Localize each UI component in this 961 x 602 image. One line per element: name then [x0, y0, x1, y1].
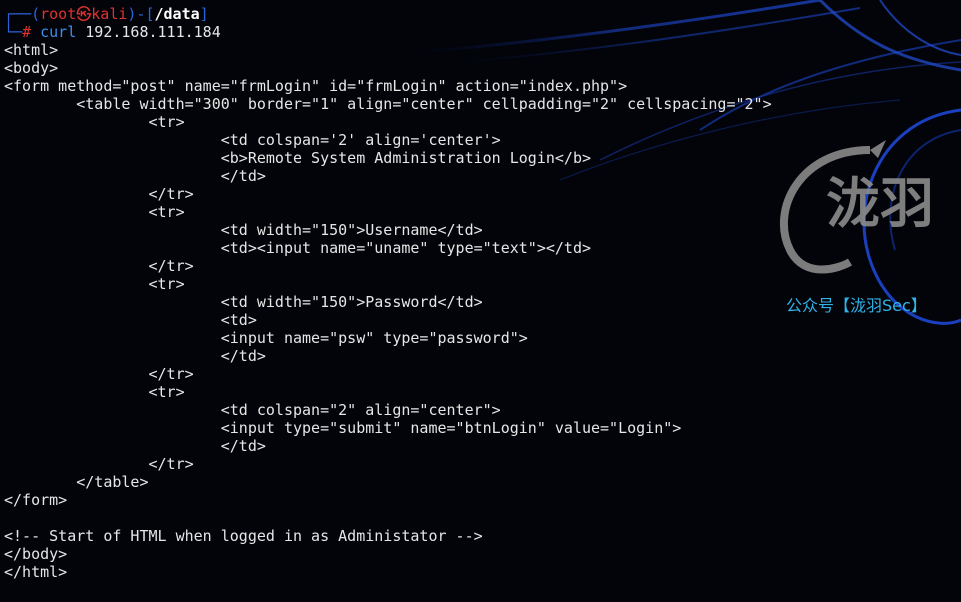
output-line: <td> [4, 311, 257, 329]
output-line: <form method="post" name="frmLogin" id="… [4, 77, 628, 95]
prompt-hash: # [22, 23, 32, 41]
output-line: </body> [4, 545, 68, 563]
watermark-caption: 公众号【泷羽Sec】 [786, 296, 927, 315]
output-line: </td> [4, 347, 266, 365]
output-line: <td colspan="2" align="center"> [4, 401, 501, 419]
prompt-user: root [40, 5, 77, 23]
output-line: <input type="submit" name="btnLogin" val… [4, 419, 682, 437]
output-line: <td width="150">Password</td> [4, 293, 483, 311]
output-line: </tr> [4, 185, 194, 203]
terminal-window[interactable]: 泷羽 ┌──(root㉿kali)-[/data] └─# curl 192.1… [0, 0, 961, 602]
output-line: </table> [4, 473, 149, 491]
prompt-close: ] [199, 5, 209, 23]
prompt-separator: )-[ [127, 5, 155, 23]
output-line: <b>Remote System Administration Login</b… [4, 149, 591, 167]
output-line: <tr> [4, 383, 185, 401]
output-line: <tr> [4, 113, 185, 131]
output-line: <input name="psw" type="password"> [4, 329, 528, 347]
output-line: <td colspan='2' align='center'> [4, 131, 501, 149]
output-line: <html> [4, 41, 59, 59]
output-line: </td> [4, 437, 266, 455]
output-line: </html> [4, 563, 68, 581]
prompt-line-2: └─# curl 192.168.111.184 [4, 23, 772, 41]
output-line: <tr> [4, 275, 185, 293]
output-line: <table width="300" border="1" align="cen… [4, 95, 772, 113]
curl-output: <html> <body> <form method="post" name="… [4, 41, 772, 581]
skull-icon: ㉿ [76, 5, 92, 23]
output-line: <!-- Start of HTML when logged in as Adm… [4, 527, 483, 545]
output-line: <td width="150">Username</td> [4, 221, 483, 239]
output-line: <body> [4, 59, 59, 77]
terminal-output: ┌──(root㉿kali)-[/data] └─# curl 192.168.… [4, 5, 772, 581]
output-line: </form> [4, 491, 68, 509]
prompt-frame-top: ┌──( [4, 5, 41, 23]
prompt-line-1: ┌──(root㉿kali)-[/data] [4, 5, 772, 23]
command-name: curl [40, 23, 77, 41]
prompt-frame-bottom: └─ [4, 23, 23, 41]
output-line: <td><input name="uname" type="text"></td… [4, 239, 591, 257]
prompt-host: kali [91, 5, 128, 23]
output-line: <tr> [4, 203, 185, 221]
watermark-logo-text: 泷羽 [826, 172, 934, 235]
output-line: </tr> [4, 257, 194, 275]
output-line: </tr> [4, 455, 194, 473]
output-line: </tr> [4, 365, 194, 383]
command-args: 192.168.111.184 [85, 23, 221, 41]
prompt-directory: /data [154, 5, 200, 23]
output-line: </td> [4, 167, 266, 185]
